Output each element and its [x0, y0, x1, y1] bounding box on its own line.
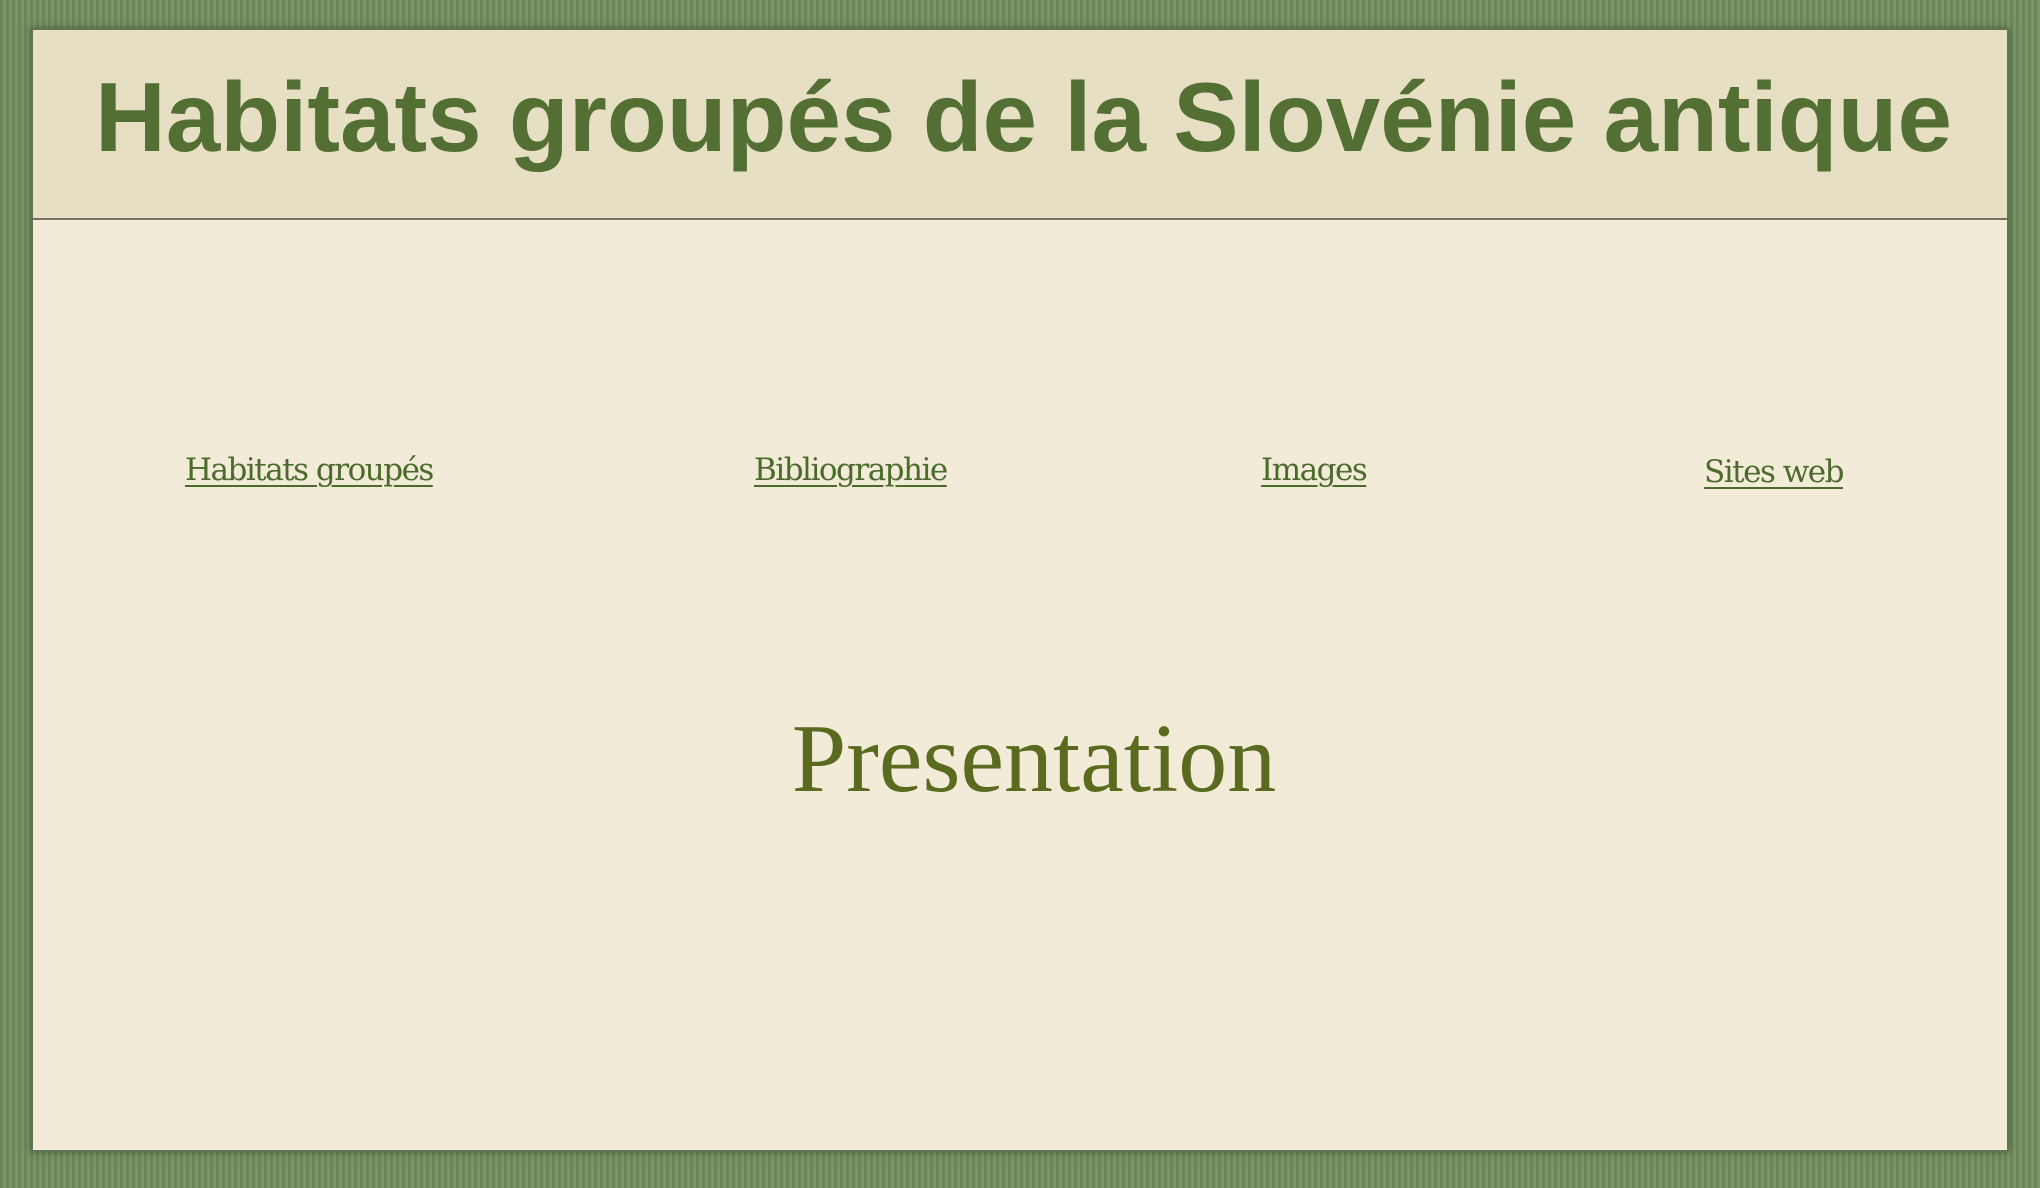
site-title: Habitats groupés de la Slovénie antique — [95, 62, 1952, 172]
nav-link-habitats-groupes[interactable]: Habitats groupés — [185, 455, 434, 486]
nav-link-sites-web[interactable]: Sites web — [1704, 457, 1844, 488]
section-title: Presentation — [791, 705, 1277, 813]
nav-link-bibliographie[interactable]: Bibliographie — [754, 455, 948, 486]
site-header: Habitats groupés de la Slovénie antique — [33, 30, 2007, 220]
page-container: Habitats groupés de la Slovénie antique … — [31, 28, 2009, 1152]
nav-link-images[interactable]: Images — [1261, 455, 1368, 486]
